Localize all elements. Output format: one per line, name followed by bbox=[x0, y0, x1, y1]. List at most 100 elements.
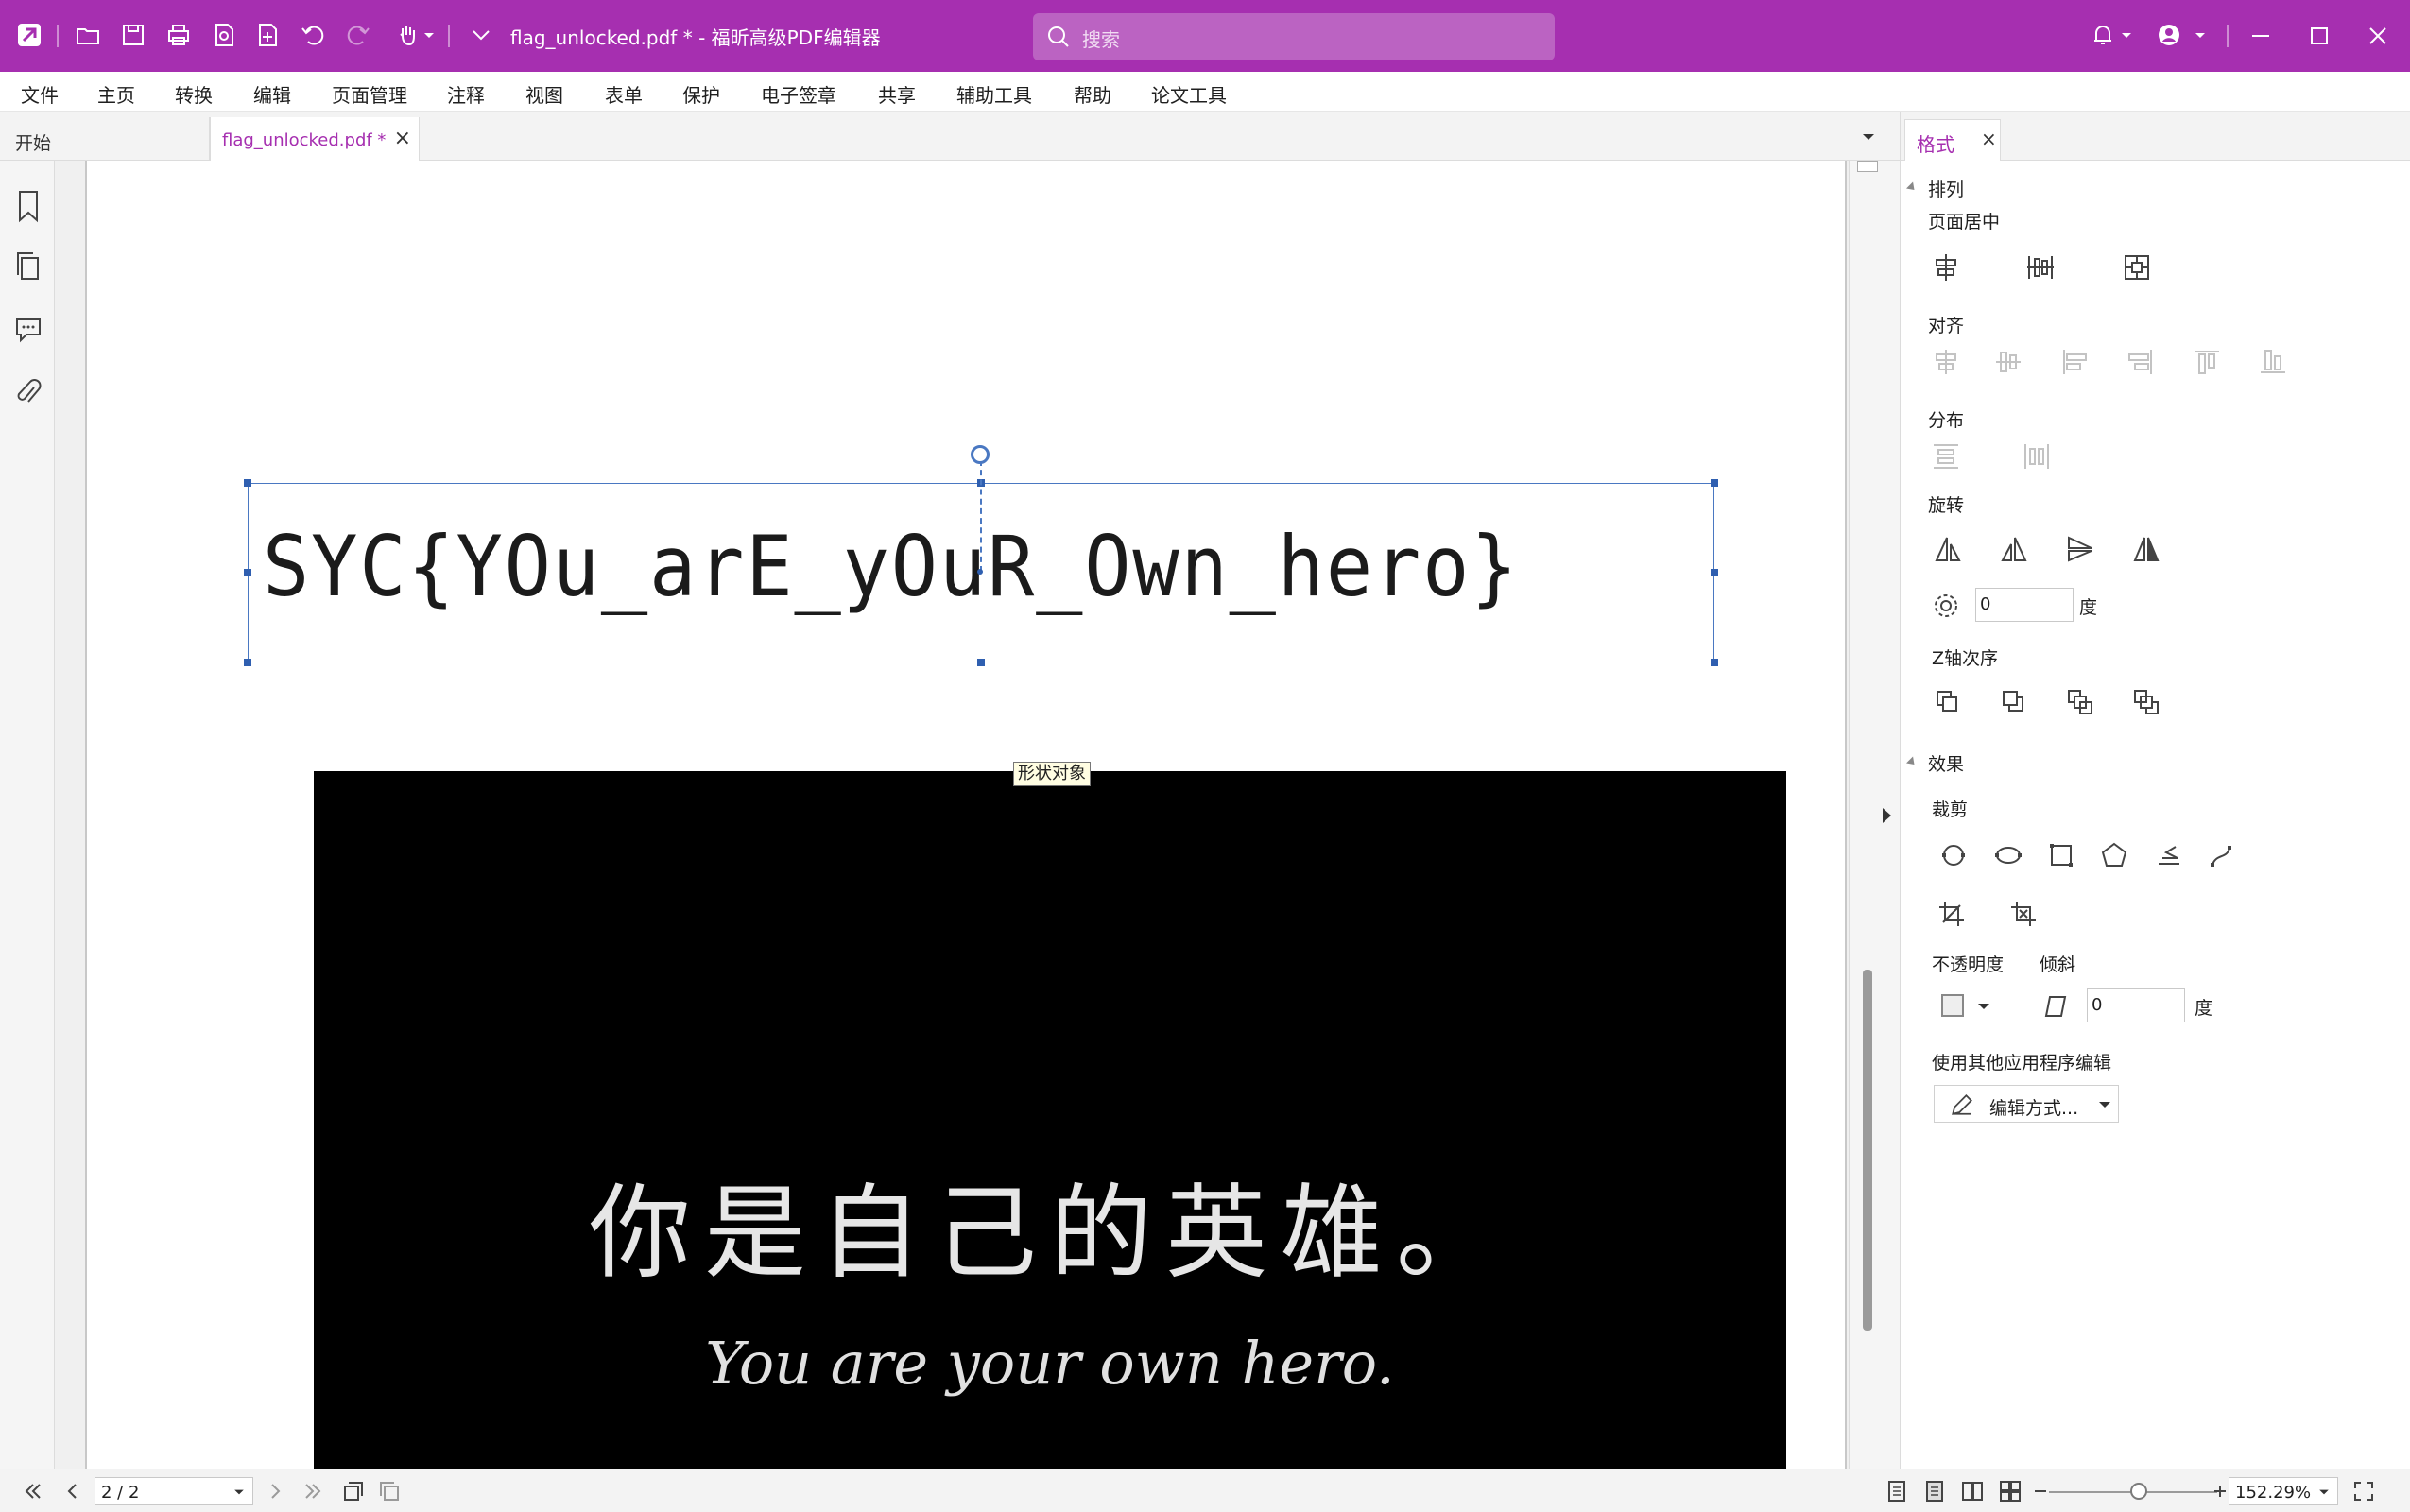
search-box[interactable]: 搜索 bbox=[1033, 13, 1555, 60]
zoom-slider-knob[interactable] bbox=[2130, 1483, 2147, 1500]
bookmark-icon[interactable] bbox=[13, 189, 43, 223]
menu-home[interactable]: 主页 bbox=[97, 80, 135, 108]
menu-page-management[interactable]: 页面管理 bbox=[332, 80, 407, 108]
edit-method-dropdown-icon[interactable] bbox=[2095, 1089, 2114, 1121]
rotate-handle[interactable] bbox=[971, 445, 990, 464]
skew-angle-input[interactable]: 0 bbox=[2087, 988, 2185, 1022]
tab-format[interactable]: 格式 × bbox=[1904, 119, 2001, 161]
rotate-right-icon[interactable] bbox=[1998, 533, 2030, 565]
menu-share[interactable]: 共享 bbox=[878, 80, 916, 108]
crop-polygon-icon[interactable] bbox=[2098, 839, 2130, 871]
vertical-scrollbar[interactable] bbox=[1849, 161, 1886, 1469]
align-middle-icon[interactable] bbox=[1992, 346, 2024, 378]
zoom-in-icon[interactable] bbox=[2208, 1479, 2227, 1503]
tab-start[interactable]: 开始 bbox=[0, 117, 210, 161]
resize-handle-right[interactable] bbox=[1711, 569, 1718, 576]
open-folder-icon[interactable] bbox=[72, 19, 104, 51]
comments-icon[interactable] bbox=[13, 312, 43, 346]
menu-protect[interactable]: 保护 bbox=[682, 80, 720, 108]
tab-list-dropdown-icon[interactable] bbox=[1857, 125, 1880, 147]
center-vertical-icon[interactable] bbox=[2024, 251, 2057, 284]
account-icon[interactable] bbox=[2153, 19, 2185, 51]
align-left-icon[interactable] bbox=[2058, 346, 2091, 378]
last-page-icon[interactable] bbox=[301, 1479, 325, 1503]
crop-ellipse-icon[interactable] bbox=[1992, 839, 2024, 871]
previous-view-icon[interactable] bbox=[340, 1479, 365, 1503]
resize-handle-left[interactable] bbox=[244, 569, 251, 576]
rotate-left-icon[interactable] bbox=[1932, 533, 1964, 565]
first-page-icon[interactable] bbox=[21, 1479, 45, 1503]
menu-comment[interactable]: 注释 bbox=[447, 80, 485, 108]
menu-file[interactable]: 文件 bbox=[21, 80, 59, 108]
edit-method-button[interactable]: 编辑方式... bbox=[1934, 1085, 2119, 1123]
crop-clear-icon[interactable] bbox=[2007, 898, 2040, 930]
align-right-icon[interactable] bbox=[2125, 346, 2157, 378]
account-dropdown-icon[interactable] bbox=[2191, 19, 2210, 51]
zoom-dropdown-icon[interactable] bbox=[2316, 1485, 2332, 1500]
attachment-icon[interactable] bbox=[13, 376, 43, 410]
resize-handle-bottom-left[interactable] bbox=[244, 659, 251, 666]
fullscreen-icon[interactable] bbox=[2351, 1479, 2376, 1503]
customize-toolbar-icon[interactable] bbox=[465, 19, 497, 51]
redo-icon[interactable] bbox=[342, 19, 374, 51]
opacity-dropdown-icon[interactable] bbox=[1968, 990, 1989, 1022]
previous-page-icon[interactable] bbox=[60, 1479, 85, 1503]
close-window-icon[interactable] bbox=[2359, 17, 2397, 55]
print-icon[interactable] bbox=[163, 19, 195, 51]
menu-convert[interactable]: 转换 bbox=[175, 80, 213, 108]
align-bottom-icon[interactable] bbox=[2257, 346, 2289, 378]
undo-icon[interactable] bbox=[297, 19, 329, 51]
continuous-view-icon[interactable] bbox=[1922, 1479, 1947, 1503]
facing-view-icon[interactable] bbox=[1960, 1479, 1985, 1503]
print-preview-icon[interactable] bbox=[208, 19, 240, 51]
page-dropdown-icon[interactable] bbox=[232, 1485, 247, 1500]
page-thumbnails-icon[interactable] bbox=[13, 249, 43, 284]
crop-rectangle-icon[interactable] bbox=[2045, 839, 2077, 871]
tab-close-icon[interactable]: × bbox=[394, 127, 411, 150]
crop-freehand-icon[interactable] bbox=[2153, 839, 2185, 871]
resize-handle-top-right[interactable] bbox=[1711, 479, 1718, 487]
align-center-horizontal-icon[interactable] bbox=[1930, 346, 1962, 378]
save-icon[interactable] bbox=[117, 19, 149, 51]
maximize-icon[interactable] bbox=[2300, 17, 2338, 55]
crop-apply-icon[interactable] bbox=[1936, 898, 1968, 930]
send-backward-icon[interactable] bbox=[2130, 686, 2162, 718]
rotate-angle-input[interactable]: 0 bbox=[1975, 588, 2074, 622]
zoom-out-icon[interactable] bbox=[2028, 1479, 2047, 1503]
flip-vertical-icon[interactable] bbox=[2064, 533, 2096, 565]
hand-tool-icon[interactable] bbox=[391, 19, 423, 51]
bring-forward-icon[interactable] bbox=[2064, 686, 2096, 718]
bell-icon[interactable] bbox=[2087, 19, 2119, 51]
next-page-icon[interactable] bbox=[263, 1479, 287, 1503]
zoom-level-input[interactable]: 152.29% bbox=[2229, 1477, 2338, 1505]
menu-paper-tools[interactable]: 论文工具 bbox=[1151, 80, 1227, 108]
page-number-input[interactable]: 2 / 2 bbox=[95, 1477, 253, 1505]
single-page-view-icon[interactable] bbox=[1885, 1479, 1909, 1503]
bring-to-front-icon[interactable] bbox=[1932, 686, 1964, 718]
flip-horizontal-icon[interactable] bbox=[2130, 533, 2162, 565]
new-document-icon[interactable] bbox=[251, 19, 284, 51]
center-horizontal-icon[interactable] bbox=[1930, 251, 1962, 284]
format-panel-close-icon[interactable]: × bbox=[1981, 128, 1997, 150]
resize-handle-bottom-right[interactable] bbox=[1711, 659, 1718, 666]
send-to-back-icon[interactable] bbox=[1998, 686, 2030, 718]
hand-tool-dropdown-icon[interactable] bbox=[420, 19, 439, 51]
distribute-horizontal-icon[interactable] bbox=[2021, 440, 2053, 472]
center-page-icon[interactable] bbox=[2121, 251, 2153, 284]
menu-edit[interactable]: 编辑 bbox=[253, 80, 291, 108]
tab-document[interactable]: flag_unlocked.pdf * × bbox=[210, 117, 420, 161]
continuous-facing-view-icon[interactable] bbox=[1998, 1479, 2023, 1503]
opacity-swatch-icon[interactable] bbox=[1937, 990, 1970, 1022]
bell-dropdown-icon[interactable] bbox=[2117, 19, 2136, 51]
collapse-right-panel-icon[interactable] bbox=[1883, 808, 1891, 823]
crop-circle-icon[interactable] bbox=[1937, 839, 1970, 871]
distribute-vertical-icon[interactable] bbox=[1930, 440, 1962, 472]
menu-e-signature[interactable]: 电子签章 bbox=[761, 80, 836, 108]
resize-handle-top-left[interactable] bbox=[244, 479, 251, 487]
align-top-icon[interactable] bbox=[2191, 346, 2223, 378]
scrollbar-thumb[interactable] bbox=[1863, 970, 1872, 1331]
scroll-split-handle[interactable] bbox=[1857, 161, 1878, 172]
resize-handle-bottom[interactable] bbox=[977, 659, 985, 666]
crop-curve-icon[interactable] bbox=[2206, 839, 2238, 871]
minimize-icon[interactable] bbox=[2242, 17, 2280, 55]
